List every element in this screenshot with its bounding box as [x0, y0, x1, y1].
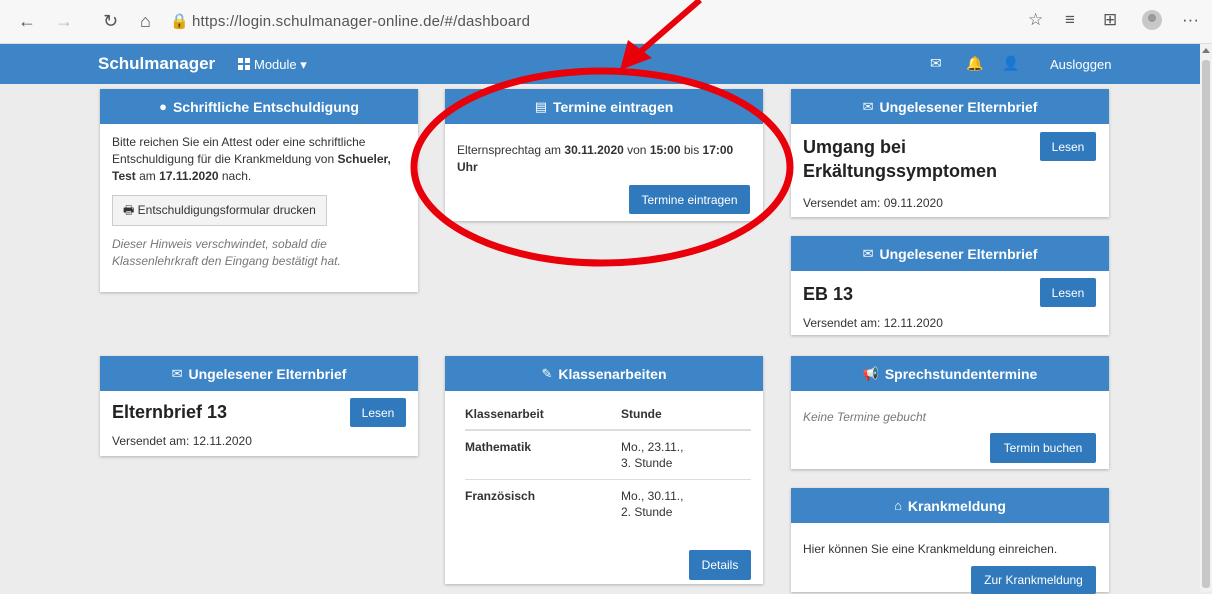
scrollbar-thumb[interactable]	[1202, 60, 1210, 588]
calendar-icon: ▤	[534, 98, 547, 114]
card-entschuldigung: ● Schriftliche Entschuldigung Bitte reic…	[100, 89, 418, 292]
hint-text: Dieser Hinweis verschwindet, sobald die …	[112, 237, 341, 268]
table-row: Französisch Mo., 30.11., 2. Stunde	[465, 489, 684, 519]
scroll-up-arrow[interactable]	[1202, 48, 1210, 53]
app-navbar: Schulmanager Module ▾ ✉ 🔔 👤 Ausloggen	[0, 44, 1200, 84]
profile-avatar[interactable]	[1142, 10, 1162, 30]
termin-buchen-button[interactable]: Termin buchen	[990, 433, 1096, 463]
card-header: ✉ Ungelesener Elternbrief	[100, 356, 418, 391]
card-title: Schriftliche Entschuldigung	[172, 98, 359, 115]
bell-icon[interactable]: 🔔	[966, 55, 983, 72]
mail-icon: ✉	[862, 245, 874, 261]
home-icon: ⌂	[894, 498, 902, 513]
card-header: ⌂ Krankmeldung	[791, 488, 1109, 523]
card-header: ✎ Klassenarbeiten	[445, 356, 763, 391]
letter-subject: EB 13	[803, 284, 854, 304]
lock-icon: 🔒	[170, 13, 189, 30]
grid-icon	[238, 58, 250, 70]
card-sprechstunden: 📢 Sprechstundentermine Keine Termine geb…	[791, 356, 1109, 469]
card-header: ● Schriftliche Entschuldigung	[100, 89, 418, 124]
lesen-button[interactable]: Lesen	[350, 398, 406, 427]
more-icon[interactable]: ···	[1182, 10, 1199, 30]
address-bar[interactable]: 🔒 https://login.schulmanager-online.de/#…	[170, 7, 990, 35]
lesen-button[interactable]: Lesen	[1040, 278, 1096, 307]
sent-date: Versendet am: 12.11.2020	[112, 434, 252, 448]
card-title: Krankmeldung	[907, 497, 1006, 514]
card-elternbrief-1: ✉ Ungelesener Elternbrief Umgang bei Erk…	[791, 89, 1109, 217]
favorite-star-icon[interactable]: ☆	[1028, 10, 1043, 30]
logout-link[interactable]: Ausloggen	[1050, 57, 1111, 72]
letter-subject: Elternbrief 13	[112, 402, 228, 422]
card-title: Sprechstundentermine	[884, 365, 1038, 382]
card-title: Ungelesener Elternbrief	[879, 245, 1038, 262]
card-header: ✉ Ungelesener Elternbrief	[791, 236, 1109, 271]
user-icon[interactable]: 👤	[1002, 55, 1019, 72]
mail-icon: ✉	[862, 98, 874, 114]
termine-eintragen-button[interactable]: Termine eintragen	[629, 185, 750, 214]
card-krankmeldung: ⌂ Krankmeldung Hier können Sie eine Kran…	[791, 488, 1109, 594]
details-button[interactable]: Details	[689, 550, 751, 580]
empty-text: Keine Termine gebucht	[803, 410, 926, 424]
card-title: Termine eintragen	[552, 98, 674, 115]
forward-icon[interactable]: →	[55, 10, 73, 32]
modules-menu[interactable]: Module ▾	[238, 57, 307, 73]
card-elternbrief-3: ✉ Ungelesener Elternbrief Elternbrief 13…	[100, 356, 418, 456]
card-header: ✉ Ungelesener Elternbrief	[791, 89, 1109, 124]
home-icon[interactable]: ⌂	[140, 10, 151, 32]
card-header: ▤ Termine eintragen	[445, 89, 763, 124]
mail-icon: ✉	[171, 365, 183, 381]
column-header: Stunde	[621, 401, 751, 431]
url-text[interactable]: https://login.schulmanager-online.de/#/d…	[192, 13, 530, 30]
card-klassenarbeiten: ✎ Klassenarbeiten Klassenarbeit Stunde Ma…	[445, 356, 763, 584]
entschuldigung-text: Bitte reichen Sie ein Attest oder eine s…	[112, 135, 391, 183]
back-icon[interactable]: ←	[18, 10, 36, 32]
card-header: 📢 Sprechstundentermine	[791, 356, 1109, 391]
letter-subject: Umgang bei Erkältungssymptomen	[803, 137, 998, 181]
reload-icon[interactable]: ↻	[103, 10, 118, 32]
card-title: Klassenarbeiten	[558, 365, 667, 382]
edit-icon: ✎	[541, 365, 553, 381]
card-elternbrief-2: ✉ Ungelesener Elternbrief EB 13 Lesen Ve…	[791, 236, 1109, 335]
termine-text: Elternsprechtag am 30.11.2020 von 15:00 …	[457, 143, 734, 174]
brand-logo[interactable]: Schulmanager	[98, 54, 215, 74]
print-form-button[interactable]: 🖶 Entschuldigungsformular drucken	[112, 195, 327, 226]
lesen-button[interactable]: Lesen	[1040, 132, 1096, 161]
modules-label: Module ▾	[254, 57, 307, 72]
card-termine: ▤ Termine eintragen Elternsprechtag am 3…	[445, 89, 763, 221]
sent-date: Versendet am: 12.11.2020	[803, 316, 943, 330]
collections-icon[interactable]: ⊞	[1103, 10, 1117, 30]
card-title: Ungelesener Elternbrief	[188, 365, 347, 382]
browser-toolbar: ← → ↻ ⌂ 🔒 https://login.schulmanager-onl…	[0, 0, 1212, 44]
sent-date: Versendet am: 09.11.2020	[803, 196, 943, 210]
zur-krankmeldung-button[interactable]: Zur Krankmeldung	[971, 566, 1096, 594]
print-icon: 🖶	[123, 203, 135, 217]
krank-text: Hier können Sie eine Krankmeldung einrei…	[803, 542, 1058, 556]
mail-icon[interactable]: ✉	[930, 55, 942, 72]
card-title: Ungelesener Elternbrief	[879, 98, 1038, 115]
column-header: Klassenarbeit	[465, 401, 621, 431]
megaphone-icon: 📢	[862, 365, 879, 381]
favorites-icon[interactable]: ≡	[1065, 10, 1075, 30]
info-icon: ●	[159, 99, 167, 114]
table-row: Mathematik Mo., 23.11., 3. Stunde	[465, 430, 751, 480]
klassenarbeiten-table: Klassenarbeit Stunde Mathematik Mo., 23.1…	[465, 401, 751, 528]
